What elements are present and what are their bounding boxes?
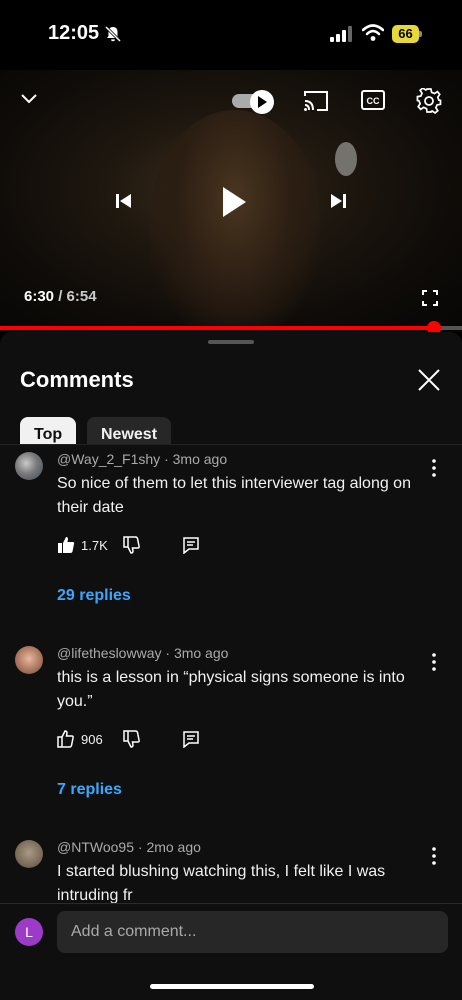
comment-age: 3mo ago [172, 451, 228, 467]
thumbs-down-icon [123, 536, 140, 554]
user-avatar[interactable]: L [15, 918, 43, 946]
status-bar: 12:05 66 [0, 0, 462, 70]
home-indicator[interactable] [150, 984, 314, 989]
more-options-icon[interactable] [428, 458, 440, 478]
video-player[interactable]: CC 6:30 / 6:54 [0, 70, 462, 332]
fullscreen-button[interactable] [420, 288, 440, 308]
thumbs-down-icon [123, 730, 140, 748]
view-replies-link[interactable]: 29 replies [57, 587, 131, 605]
settings-button[interactable] [415, 87, 443, 115]
captions-button[interactable]: CC [360, 89, 386, 111]
comment-meta: @lifetheslowway · 3mo ago [57, 645, 229, 661]
thumbs-up-icon [57, 730, 74, 748]
current-time: 6:30 [24, 288, 55, 305]
comments-panel: Comments Top Newest @Way_2_F1shy · 3mo a… [0, 332, 462, 1000]
like-count: 906 [81, 731, 103, 747]
like-button[interactable]: 906 [57, 728, 103, 750]
previous-icon [116, 194, 131, 208]
video-duration: 6:54 [66, 288, 97, 305]
thumbs-up-filled-icon [58, 537, 75, 553]
autoplay-toggle[interactable] [232, 90, 276, 114]
close-button[interactable] [416, 367, 442, 393]
comment-meta: @NTWoo95 · 2mo ago [57, 839, 201, 855]
dislike-button[interactable] [123, 728, 141, 750]
video-frame-light [335, 142, 357, 176]
avatar[interactable] [15, 452, 43, 480]
avatar[interactable] [15, 840, 43, 868]
comment-text: So nice of them to let this interviewer … [57, 475, 411, 516]
svg-text:CC: CC [367, 96, 380, 106]
like-count: 1.7K [81, 537, 108, 553]
comment-author[interactable]: @NTWoo95 [57, 839, 134, 855]
like-button[interactable]: 1.7K [57, 534, 108, 556]
progress-fill [0, 326, 434, 330]
dislike-button[interactable] [123, 534, 141, 556]
battery-icon: 66 [392, 25, 422, 43]
previous-button[interactable] [110, 188, 136, 214]
comments-list[interactable]: @Way_2_F1shy · 3mo ago So nice of them t… [0, 445, 462, 903]
signal-icon [330, 26, 352, 42]
avatar[interactable] [15, 646, 43, 674]
battery-level: 66 [392, 25, 419, 43]
chevron-down-icon [21, 94, 37, 104]
reply-button[interactable] [182, 534, 200, 556]
settings-icon [416, 88, 442, 114]
more-options-icon[interactable] [428, 652, 440, 672]
comment-item: @Way_2_F1shy · 3mo ago So nice of them t… [0, 445, 462, 639]
comment-meta: @Way_2_F1shy · 3mo ago [57, 451, 228, 467]
next-button[interactable] [326, 188, 352, 214]
drag-handle[interactable] [208, 340, 254, 344]
reply-button[interactable] [182, 728, 200, 750]
comment-age: 2mo ago [146, 839, 201, 855]
next-icon [331, 194, 346, 208]
video-progress-bar[interactable] [0, 321, 462, 335]
view-replies-link[interactable]: 7 replies [57, 781, 122, 799]
autoplay-toggle-icon [258, 96, 267, 108]
reply-icon [183, 731, 199, 748]
play-icon [223, 187, 246, 217]
fullscreen-icon [422, 290, 438, 306]
comment-age: 3mo ago [173, 645, 229, 661]
minimize-button[interactable] [16, 88, 42, 110]
cc-icon: CC [361, 90, 385, 110]
divider [0, 903, 462, 904]
cast-icon [304, 91, 328, 111]
comment-item: @NTWoo95 · 2mo ago I started blushing wa… [0, 833, 462, 903]
close-icon [418, 369, 440, 391]
time-separator: / [54, 288, 67, 305]
status-time: 12:05 [48, 22, 100, 44]
bell-off-icon [104, 25, 122, 43]
more-options-icon[interactable] [428, 846, 440, 866]
comment-author[interactable]: @Way_2_F1shy [57, 451, 160, 467]
cast-button[interactable] [302, 88, 330, 114]
reply-icon [183, 537, 199, 554]
comment-text: this is a lesson in “physical signs some… [57, 669, 405, 710]
time-readout: 6:30 / 6:54 [24, 288, 97, 305]
wifi-icon [362, 24, 384, 41]
comment-item: @lifetheslowway · 3mo ago this is a less… [0, 639, 462, 833]
comment-author[interactable]: @lifetheslowway [57, 645, 161, 661]
add-comment-input[interactable]: Add a comment... [57, 911, 448, 953]
panel-title: Comments [20, 367, 134, 392]
play-button[interactable] [216, 182, 252, 222]
comment-text: I started blushing watching this, I felt… [57, 863, 386, 903]
